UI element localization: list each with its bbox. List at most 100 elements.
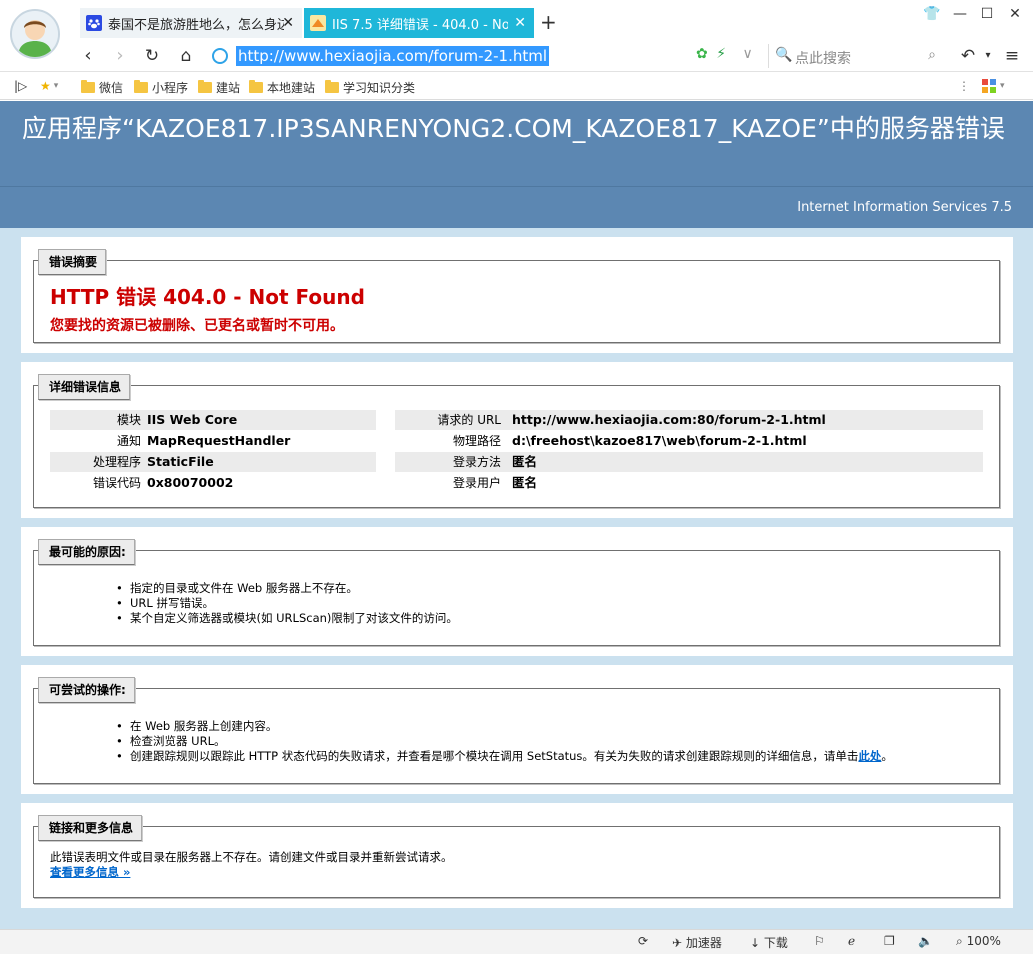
links-box: 链接和更多信息 此错误表明文件或目录在服务器上不存在。请创建文件或目录并重新尝试… xyxy=(33,815,1000,898)
close-icon[interactable]: ✕ xyxy=(514,15,526,31)
bookmark-item[interactable]: 学习知识分类 xyxy=(325,79,415,96)
error-message: 您要找的资源已被删除、已更名或暂时不可用。 xyxy=(50,318,344,334)
section-legend: 最可能的原因: xyxy=(38,539,135,565)
star-icon[interactable]: ★ ▾ xyxy=(40,79,58,93)
chevron-down-icon[interactable]: ▾ xyxy=(976,44,1000,68)
close-icon[interactable]: ✕ xyxy=(282,15,294,31)
error-heading: HTTP 错误 404.0 - Not Found xyxy=(50,285,365,309)
causes-panel: 最可能的原因: 指定的目录或文件在 Web 服务器上不存在。 URL 拼写错误。… xyxy=(21,527,1013,656)
server-name: Internet Information Services 7.5 xyxy=(797,200,1012,215)
home-icon[interactable]: ⌂ xyxy=(174,44,198,68)
page-header: 应用程序“KAZOE817.IP3SANRENYONG2.COM_KAZOE81… xyxy=(0,101,1033,186)
minimize-icon[interactable]: — xyxy=(950,6,970,22)
page-subheader: Internet Information Services 7.5 xyxy=(0,186,1033,228)
more-icon[interactable]: ⋮ xyxy=(958,79,970,93)
tab-iis-error[interactable]: IIS 7.5 详细错误 - 404.0 - Not F ✕ xyxy=(304,8,534,38)
status-bar: ⟳ ✈ 加速器 ↓ 下载 ⚐ ℯ ❐ 🔈 ⌕ 100% xyxy=(0,929,1033,954)
close-window-icon[interactable]: ✕ xyxy=(1005,6,1025,22)
actions-list: 在 Web 服务器上创建内容。 检查浏览器 URL。 创建跟踪规则以跟踪此 HT… xyxy=(116,719,893,764)
security-icon[interactable]: ✿ xyxy=(696,46,708,62)
download-button[interactable]: ↓ 下载 xyxy=(750,934,788,951)
trace-rule-link[interactable]: 此处 xyxy=(858,749,881,763)
actions-box: 可尝试的操作: 在 Web 服务器上创建内容。 检查浏览器 URL。 创建跟踪规… xyxy=(33,677,1000,784)
download-icon: ↓ xyxy=(750,936,761,950)
search-go-icon[interactable]: ⌕ xyxy=(928,47,936,63)
detail-row: 通知 MapRequestHandler xyxy=(116,433,291,448)
detail-row: 模块 IIS Web Core xyxy=(50,410,376,430)
section-legend: 可尝试的操作: xyxy=(38,677,135,703)
more-info-link[interactable]: 查看更多信息 » xyxy=(50,864,130,880)
causes-box: 最可能的原因: 指定的目录或文件在 Web 服务器上不存在。 URL 拼写错误。… xyxy=(33,539,1000,646)
section-legend: 详细错误信息 xyxy=(38,374,131,400)
detail-row: 请求的 URL http://www.hexiaojia.com:80/foru… xyxy=(395,410,983,430)
accelerator-button[interactable]: ✈ 加速器 xyxy=(672,934,722,951)
list-item: 在 Web 服务器上创建内容。 xyxy=(116,719,893,734)
apps-icon[interactable]: ▾ xyxy=(982,79,1005,93)
folder-icon xyxy=(134,80,148,93)
error-summary-box: 错误摘要 HTTP 错误 404.0 - Not Found 您要找的资源已被删… xyxy=(33,249,1000,343)
volume-icon[interactable]: 🔈 xyxy=(918,934,933,948)
bookmark-item[interactable]: 微信 xyxy=(81,79,123,96)
detail-row: 登录方法 匿名 xyxy=(395,452,983,472)
list-item: 创建跟踪规则以跟踪此 HTTP 状态代码的失败请求，并查看是哪个模块在调用 Se… xyxy=(116,749,893,764)
address-bar: ‹ › ↻ ⌂ http://www.hexiaojia.com/forum-2… xyxy=(0,40,1033,72)
causes-list: 指定的目录或文件在 Web 服务器上不存在。 URL 拼写错误。 某个自定义筛选… xyxy=(116,581,458,626)
detail-row: 登录用户 匿名 xyxy=(452,475,538,490)
error-details-panel: 详细错误信息 模块 IIS Web Core 通知 MapRequestHand… xyxy=(21,362,1013,518)
rocket-icon: ✈ xyxy=(672,936,683,950)
forward-icon[interactable]: › xyxy=(108,44,132,68)
section-legend: 链接和更多信息 xyxy=(38,815,143,841)
window-icon[interactable]: ❐ xyxy=(884,934,895,948)
tab-label: IIS 7.5 详细错误 - 404.0 - Not F xyxy=(332,17,508,33)
reload-icon[interactable]: ↻ xyxy=(140,44,164,68)
shirt-icon[interactable]: 👕 xyxy=(922,6,942,22)
bookmark-item[interactable]: 本地建站 xyxy=(249,79,315,96)
section-legend: 错误摘要 xyxy=(38,249,107,275)
page-title: 应用程序“KAZOE817.IP3SANRENYONG2.COM_KAZOE81… xyxy=(22,114,1005,143)
links-text: 此错误表明文件或目录在服务器上不存在。请创建文件或目录并重新尝试请求。 xyxy=(50,850,453,864)
title-bar: 泰国不是旅游胜地么，怎么身边的 ✕ IIS 7.5 详细错误 - 404.0 -… xyxy=(0,0,1033,40)
paw-icon xyxy=(86,15,102,31)
list-item: 检查浏览器 URL。 xyxy=(116,734,893,749)
tab-baidu[interactable]: 泰国不是旅游胜地么，怎么身边的 ✕ xyxy=(80,8,302,38)
zoom-control[interactable]: ⌕ 100% xyxy=(956,934,1001,949)
detail-row: 处理程序 StaticFile xyxy=(50,452,376,472)
new-tab-button[interactable]: + xyxy=(540,12,557,32)
detail-row: 物理路径 d:\freehost\kazoe817\web\forum-2-1.… xyxy=(452,433,807,448)
avatar[interactable] xyxy=(10,9,60,59)
folder-icon xyxy=(81,80,95,93)
back-icon[interactable]: ‹ xyxy=(76,44,100,68)
detail-row: 错误代码 0x80070002 xyxy=(92,475,234,490)
bookmark-item[interactable]: 建站 xyxy=(198,79,240,96)
actions-panel: 可尝试的操作: 在 Web 服务器上创建内容。 检查浏览器 URL。 创建跟踪规… xyxy=(21,665,1013,794)
list-item: URL 拼写错误。 xyxy=(116,596,458,611)
list-item: 指定的目录或文件在 Web 服务器上不存在。 xyxy=(116,581,458,596)
tab-label: 泰国不是旅游胜地么，怎么身边的 xyxy=(108,17,284,33)
flag-icon[interactable]: ⚐ xyxy=(814,934,825,948)
ie-icon[interactable]: ℯ xyxy=(848,934,855,948)
site-icon xyxy=(212,48,228,64)
folder-icon xyxy=(249,80,263,93)
url-input[interactable]: http://www.hexiaojia.com/forum-2-1.html xyxy=(236,46,550,66)
folder-icon xyxy=(198,80,212,93)
search-input[interactable]: 点此搜索 xyxy=(795,48,851,68)
error-details-box: 详细错误信息 模块 IIS Web Core 通知 MapRequestHand… xyxy=(33,374,1000,508)
bookmarks-bar: |▷ ★ ▾ 微信 小程序 建站 本地建站 学习知识分类 ⋮ ▾ xyxy=(0,73,1033,100)
refresh-icon[interactable]: ⟳ xyxy=(638,934,648,948)
url-box: http://www.hexiaojia.com/forum-2-1.html xyxy=(206,44,686,68)
maximize-icon[interactable]: ☐ xyxy=(977,6,997,22)
lightning-icon[interactable]: ⚡ xyxy=(716,46,726,62)
zoom-icon: ⌕ xyxy=(956,934,963,948)
bookmark-item[interactable]: 小程序 xyxy=(134,79,188,96)
page-content: 应用程序“KAZOE817.IP3SANRENYONG2.COM_KAZOE81… xyxy=(0,101,1033,929)
menu-icon[interactable]: ≡ xyxy=(1000,44,1024,68)
sidebar-toggle-icon[interactable]: |▷ xyxy=(14,79,27,93)
search-icon: 🔍 xyxy=(775,47,793,63)
chevron-down-icon[interactable]: ∨ xyxy=(742,46,752,62)
folder-icon xyxy=(325,80,339,93)
error-summary-panel: 错误摘要 HTTP 错误 404.0 - Not Found 您要找的资源已被删… xyxy=(21,237,1013,353)
address-tools: ✿ ⚡ ∨ xyxy=(696,46,753,62)
iis-icon xyxy=(310,15,326,31)
search-box[interactable]: 🔍 点此搜索 ⌕ xyxy=(768,44,944,68)
list-item: 某个自定义筛选器或模块(如 URLScan)限制了对该文件的访问。 xyxy=(116,611,458,626)
